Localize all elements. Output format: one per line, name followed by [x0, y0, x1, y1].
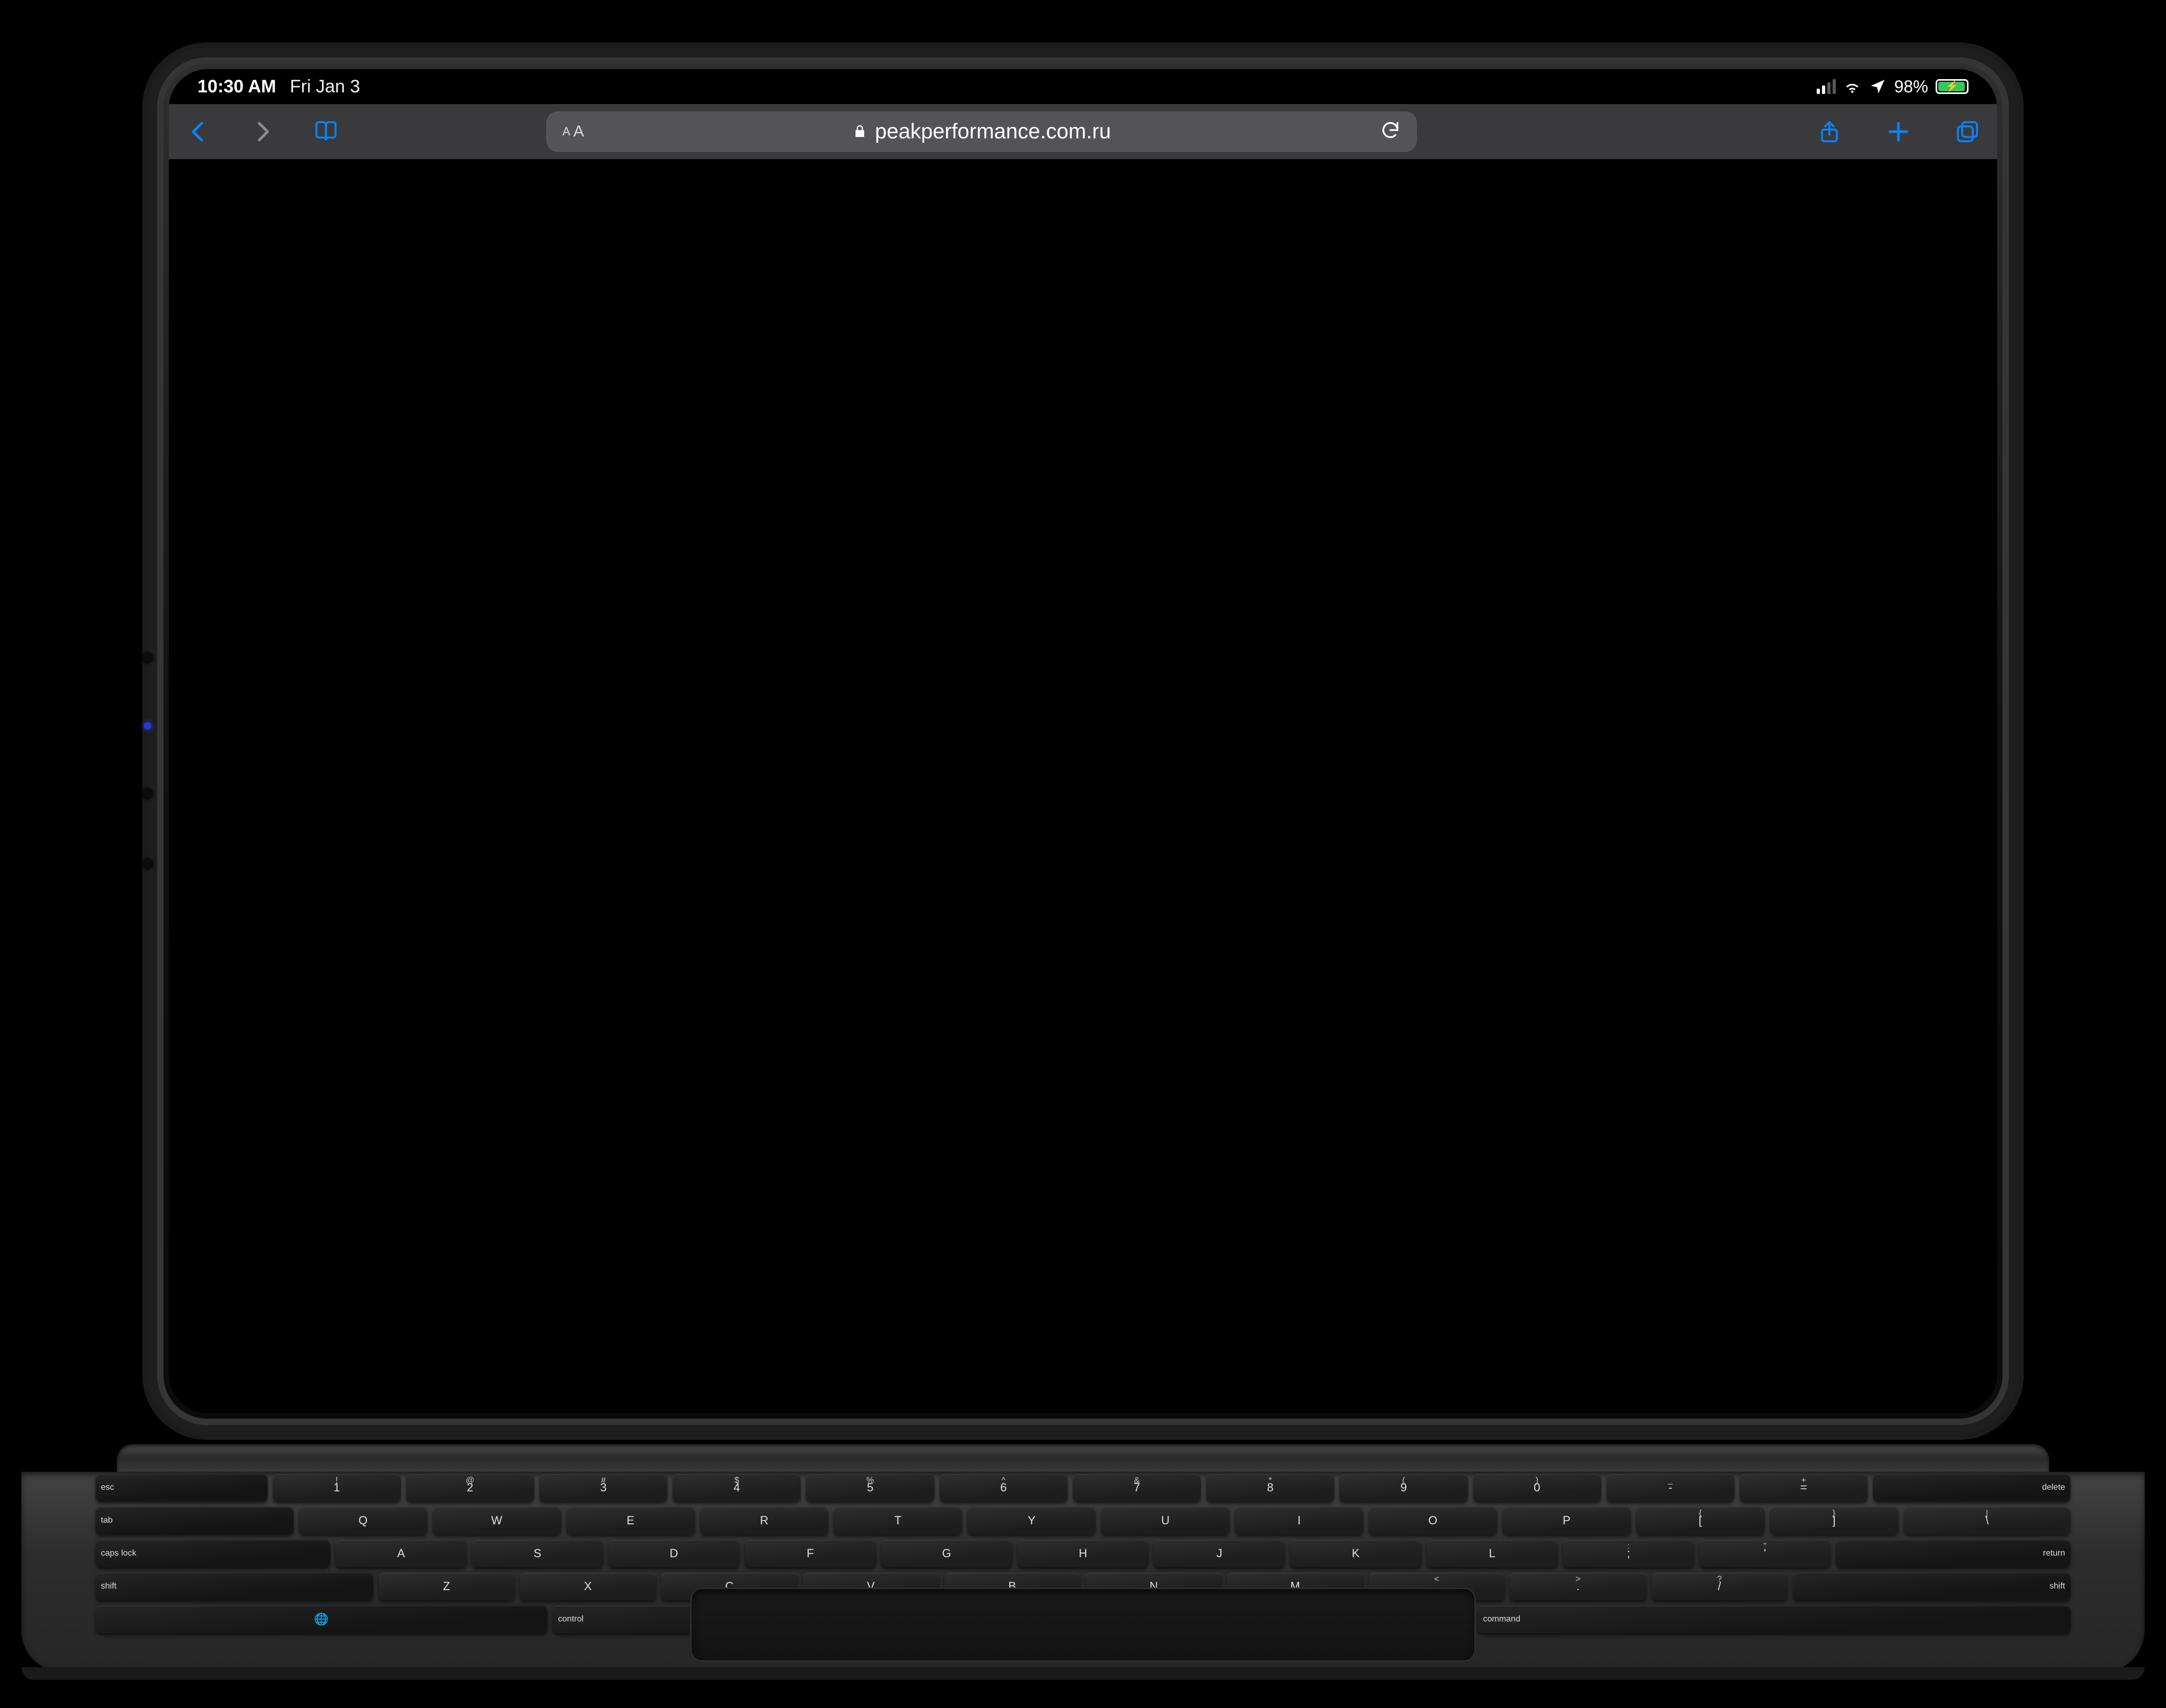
- tabs-icon: [1955, 119, 1980, 144]
- key-7[interactable]: &7: [1073, 1474, 1201, 1501]
- battery-icon: ⚡: [1936, 79, 1969, 94]
- keyboard-row: caps lockASDFGHJKL:;"'return: [96, 1540, 2070, 1567]
- key-2[interactable]: @2: [406, 1474, 534, 1501]
- sensor-dot: [142, 652, 153, 664]
- reader-aa-button[interactable]: AA: [562, 123, 584, 141]
- book-icon: [313, 119, 339, 144]
- key-x[interactable]: X: [520, 1573, 656, 1600]
- keyboard-base: [21, 1667, 2145, 1680]
- key-l[interactable]: L: [1426, 1540, 1558, 1567]
- lock-icon: [853, 124, 867, 139]
- key-q[interactable]: Q: [299, 1507, 427, 1534]
- status-time: 10:30 AM: [197, 76, 276, 97]
- status-date: Fri Jan 3: [290, 76, 360, 97]
- key-h[interactable]: H: [1018, 1540, 1149, 1567]
- cellular-signal-icon: [1817, 79, 1836, 94]
- key-shift[interactable]: shift: [96, 1573, 373, 1600]
- plus-icon: [1886, 119, 1911, 144]
- key-p[interactable]: P: [1502, 1507, 1631, 1534]
- reload-icon: [1380, 119, 1401, 141]
- status-led: [144, 722, 151, 729]
- share-button[interactable]: [1813, 116, 1845, 148]
- key--[interactable]: {[: [1636, 1507, 1765, 1534]
- keyboard-row: esc!1@2#3$4%5^6&7*8(9)0_-+=delete: [96, 1474, 2070, 1501]
- back-button[interactable]: [183, 116, 214, 148]
- key--[interactable]: +=: [1740, 1474, 1868, 1501]
- forward-button[interactable]: [246, 116, 278, 148]
- key-esc[interactable]: esc: [96, 1474, 268, 1501]
- key-a[interactable]: A: [336, 1540, 467, 1567]
- location-icon: [1869, 78, 1887, 96]
- key-tab[interactable]: tab: [96, 1507, 294, 1534]
- keyboard-deck: esc!1@2#3$4%5^6&7*8(9)0_-+=deletetabQWER…: [21, 1472, 2145, 1672]
- key-s[interactable]: S: [472, 1540, 603, 1567]
- battery-percent: 98%: [1894, 77, 1928, 97]
- key--[interactable]: _-: [1606, 1474, 1734, 1501]
- key-k[interactable]: K: [1290, 1540, 1421, 1567]
- sensor-dot: [142, 858, 153, 870]
- magic-keyboard: esc!1@2#3$4%5^6&7*8(9)0_-+=deletetabQWER…: [21, 1444, 2145, 1672]
- key-4[interactable]: $4: [673, 1474, 801, 1501]
- key-w[interactable]: W: [433, 1507, 561, 1534]
- trackpad[interactable]: [690, 1587, 1476, 1662]
- bookmarks-button[interactable]: [310, 116, 342, 148]
- key--[interactable]: 🌐: [96, 1606, 547, 1633]
- key-5[interactable]: %5: [806, 1474, 934, 1501]
- key-6[interactable]: ^6: [940, 1474, 1068, 1501]
- key-0[interactable]: )0: [1473, 1474, 1601, 1501]
- tabs-button[interactable]: [1952, 116, 1983, 148]
- new-tab-button[interactable]: [1883, 116, 1914, 148]
- keyboard-row: tabQWERTYUIOP{[}]|\: [96, 1507, 2070, 1534]
- url-host: peakperformance.com.ru: [875, 119, 1111, 143]
- key-command[interactable]: command: [1477, 1606, 2070, 1633]
- wifi-icon: [1843, 78, 1861, 96]
- status-bar: 10:30 AM Fri Jan 3 98% ⚡: [169, 69, 1997, 104]
- key-y[interactable]: Y: [967, 1507, 1096, 1534]
- key-e[interactable]: E: [566, 1507, 695, 1534]
- key-1[interactable]: !1: [273, 1474, 401, 1501]
- screen: 10:30 AM Fri Jan 3 98% ⚡: [169, 69, 1997, 1413]
- key-shift[interactable]: shift: [1793, 1573, 2070, 1600]
- share-icon: [1817, 119, 1842, 144]
- key-j[interactable]: J: [1154, 1540, 1285, 1567]
- key-r[interactable]: R: [700, 1507, 829, 1534]
- key-o[interactable]: O: [1369, 1507, 1497, 1534]
- key-3[interactable]: #3: [539, 1474, 667, 1501]
- key--[interactable]: }]: [1770, 1507, 1898, 1534]
- key--[interactable]: "': [1699, 1540, 1830, 1567]
- key-8[interactable]: *8: [1206, 1474, 1334, 1501]
- chevron-right-icon: [250, 119, 275, 144]
- reload-button[interactable]: [1380, 119, 1401, 143]
- key--[interactable]: >.: [1510, 1573, 1646, 1600]
- sensor-dot: [142, 788, 153, 800]
- key-9[interactable]: (9: [1339, 1474, 1467, 1501]
- ipad-device-frame: 10:30 AM Fri Jan 3 98% ⚡: [148, 48, 2018, 1435]
- chevron-left-icon: [186, 119, 211, 144]
- camera-sensor-strip: [141, 652, 154, 886]
- key-d[interactable]: D: [608, 1540, 740, 1567]
- keyboard-hinge: [117, 1444, 2049, 1472]
- key--[interactable]: ?/: [1652, 1573, 1787, 1600]
- key-u[interactable]: U: [1101, 1507, 1230, 1534]
- safari-toolbar: AA peakperformance.com.ru: [169, 104, 1997, 159]
- key-g[interactable]: G: [881, 1540, 1012, 1567]
- key-f[interactable]: F: [745, 1540, 876, 1567]
- key-return[interactable]: return: [1836, 1540, 2070, 1567]
- key--[interactable]: :;: [1563, 1540, 1694, 1567]
- key--[interactable]: |\: [1904, 1507, 2070, 1534]
- key-i[interactable]: I: [1235, 1507, 1363, 1534]
- key-z[interactable]: Z: [379, 1573, 514, 1600]
- address-bar[interactable]: AA peakperformance.com.ru: [546, 111, 1417, 152]
- key-delete[interactable]: delete: [1873, 1474, 2070, 1501]
- key-t[interactable]: T: [833, 1507, 962, 1534]
- key-caps-lock[interactable]: caps lock: [96, 1540, 330, 1567]
- page-viewport[interactable]: [169, 159, 1997, 1413]
